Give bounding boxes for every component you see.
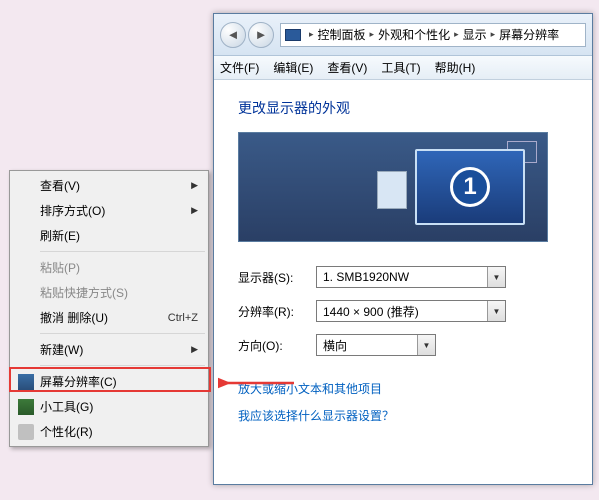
annotation-arrow <box>218 374 298 392</box>
display-value: 1. SMB1920NW <box>323 270 409 284</box>
menu-sort[interactable]: 排序方式(O) ▶ <box>12 198 206 223</box>
menu-view[interactable]: 查看(V) ▶ <box>12 173 206 198</box>
forward-button[interactable]: ► <box>248 22 274 48</box>
titlebar: ◄ ► ▸ 控制面板 ▸ 外观和个性化 ▸ 显示 ▸ 屏幕分辨率 <box>214 14 592 56</box>
menu-file[interactable]: 文件(F) <box>220 59 259 76</box>
menu-label: 刷新(E) <box>40 227 80 244</box>
resolution-row: 分辨率(R): 1440 × 900 (推荐) ▼ <box>238 300 568 322</box>
forward-arrow-icon: ► <box>255 27 268 42</box>
breadcrumb-sep-icon: ▸ <box>491 29 496 40</box>
dropdown-caret-icon: ▼ <box>417 335 435 355</box>
window-preview-icon <box>377 171 407 209</box>
breadcrumb-item[interactable]: 控制面板 <box>318 26 366 43</box>
menu-separator <box>40 333 205 334</box>
dropdown-caret-icon: ▼ <box>487 267 505 287</box>
menu-new[interactable]: 新建(W) ▶ <box>12 337 206 362</box>
menu-label: 粘贴(P) <box>40 259 80 276</box>
menubar: 文件(F) 编辑(E) 查看(V) 工具(T) 帮助(H) <box>214 56 592 80</box>
breadcrumb-item[interactable]: 显示 <box>463 26 487 43</box>
menu-view[interactable]: 查看(V) <box>327 59 367 76</box>
menu-label: 屏幕分辨率(C) <box>40 373 117 390</box>
submenu-arrow-icon: ▶ <box>191 180 198 191</box>
link-which-settings[interactable]: 我应该选择什么显示器设置？ <box>238 407 568 424</box>
menu-separator <box>40 365 205 366</box>
menu-label: 小工具(G) <box>40 398 93 415</box>
resolution-label: 分辨率(R): <box>238 303 316 320</box>
menu-label: 粘贴快捷方式(S) <box>40 284 128 301</box>
window-content: 更改显示器的外观 1 显示器(S): 1. SMB1920NW ▼ 分辨率(R)… <box>214 80 592 484</box>
resolution-value: 1440 × 900 (推荐) <box>323 303 419 320</box>
breadcrumb-item[interactable]: 外观和个性化 <box>378 26 450 43</box>
menu-screen-resolution[interactable]: 屏幕分辨率(C) <box>12 369 206 394</box>
dropdown-caret-icon: ▼ <box>487 301 505 321</box>
menu-personalize[interactable]: 个性化(R) <box>12 419 206 444</box>
back-button[interactable]: ◄ <box>220 22 246 48</box>
monitor-number-badge: 1 <box>450 167 490 207</box>
monitor-preview-area[interactable]: 1 <box>238 132 548 242</box>
display-select[interactable]: 1. SMB1920NW ▼ <box>316 266 506 288</box>
menu-paste-shortcut: 粘贴快捷方式(S) <box>12 280 206 305</box>
orientation-row: 方向(O): 横向 ▼ <box>238 334 568 356</box>
menu-separator <box>40 251 205 252</box>
menu-label: 查看(V) <box>40 177 80 194</box>
primary-monitor-thumb[interactable]: 1 <box>415 149 525 225</box>
menu-help[interactable]: 帮助(H) <box>435 59 476 76</box>
menu-label: 排序方式(O) <box>40 202 105 219</box>
gadgets-icon <box>18 399 34 415</box>
control-panel-icon <box>285 29 301 41</box>
nav-buttons: ◄ ► <box>220 22 274 48</box>
desktop-context-menu: 查看(V) ▶ 排序方式(O) ▶ 刷新(E) 粘贴(P) 粘贴快捷方式(S) … <box>9 170 209 447</box>
orientation-value: 横向 <box>323 337 347 354</box>
orientation-label: 方向(O): <box>238 337 316 354</box>
breadcrumb-sep-icon: ▸ <box>309 29 314 40</box>
menu-tools[interactable]: 工具(T) <box>381 59 420 76</box>
menu-label: 个性化(R) <box>40 423 93 440</box>
menu-edit[interactable]: 编辑(E) <box>273 59 313 76</box>
resolution-select[interactable]: 1440 × 900 (推荐) ▼ <box>316 300 506 322</box>
menu-undo-delete[interactable]: 撤消 删除(U) Ctrl+Z <box>12 305 206 330</box>
menu-paste: 粘贴(P) <box>12 255 206 280</box>
menu-refresh[interactable]: 刷新(E) <box>12 223 206 248</box>
menu-label: 撤消 删除(U) <box>40 309 108 326</box>
submenu-arrow-icon: ▶ <box>191 205 198 216</box>
breadcrumb[interactable]: ▸ 控制面板 ▸ 外观和个性化 ▸ 显示 ▸ 屏幕分辨率 <box>280 23 586 47</box>
breadcrumb-item[interactable]: 屏幕分辨率 <box>499 26 559 43</box>
breadcrumb-sep-icon: ▸ <box>370 29 375 40</box>
personalize-icon <box>18 424 34 440</box>
display-label: 显示器(S): <box>238 269 316 286</box>
menu-gadgets[interactable]: 小工具(G) <box>12 394 206 419</box>
breadcrumb-sep-icon: ▸ <box>454 29 459 40</box>
monitor-icon <box>18 374 34 390</box>
display-row: 显示器(S): 1. SMB1920NW ▼ <box>238 266 568 288</box>
menu-shortcut: Ctrl+Z <box>168 312 198 324</box>
page-heading: 更改显示器的外观 <box>238 98 568 118</box>
display-settings-window: ◄ ► ▸ 控制面板 ▸ 外观和个性化 ▸ 显示 ▸ 屏幕分辨率 文件(F) 编… <box>213 13 593 485</box>
menu-label: 新建(W) <box>40 341 83 358</box>
orientation-select[interactable]: 横向 ▼ <box>316 334 436 356</box>
submenu-arrow-icon: ▶ <box>191 344 198 355</box>
monitor-number: 1 <box>463 173 476 201</box>
back-arrow-icon: ◄ <box>227 27 240 42</box>
